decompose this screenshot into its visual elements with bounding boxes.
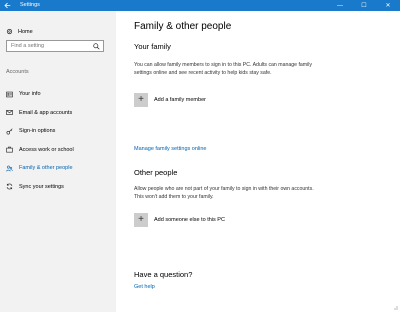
sidebar-item-sync[interactable]: Sync your settings: [0, 178, 116, 197]
sidebar-item-label: Family & other people: [19, 165, 73, 172]
sidebar-item-label: Your info: [19, 91, 41, 98]
your-family-description: You can allow family members to sign in …: [134, 62, 312, 76]
sidebar-item-your-info[interactable]: Your info: [0, 85, 116, 104]
add-someone-else-button[interactable]: + Add someone else to this PC: [134, 213, 225, 227]
maximize-button[interactable]: ☐: [352, 0, 376, 11]
sidebar-item-family[interactable]: Family & other people: [0, 159, 116, 178]
search-input[interactable]: [7, 41, 91, 51]
sidebar-item-work-school[interactable]: Access work or school: [0, 141, 116, 160]
get-help-link[interactable]: Get help: [134, 284, 155, 290]
person-card-icon: [6, 91, 13, 98]
resize-grip-icon[interactable]: [392, 304, 398, 310]
other-people-description: Allow people who are not part of your fa…: [134, 186, 314, 200]
window-controls: — ☐ ✕: [328, 0, 400, 11]
page-title: Family & other people: [134, 21, 232, 32]
sidebar-item-label: Email & app accounts: [19, 109, 73, 116]
help-heading: Have a question?: [134, 270, 193, 279]
close-button[interactable]: ✕: [376, 0, 400, 11]
your-family-heading: Your family: [134, 42, 171, 51]
key-icon: [6, 128, 13, 135]
sidebar-item-sign-in[interactable]: Sign-in options: [0, 122, 116, 141]
plus-icon: +: [134, 93, 148, 107]
sidebar-item-email[interactable]: Email & app accounts: [0, 104, 116, 123]
sidebar-item-label: Sign-in options: [19, 128, 56, 135]
plus-icon: +: [134, 213, 148, 227]
manage-family-link[interactable]: Manage family settings online: [134, 146, 206, 152]
briefcase-icon: [6, 147, 13, 153]
section-label-accounts: Accounts: [6, 69, 29, 75]
add-family-member-label: Add a family member: [154, 97, 206, 103]
minimize-button[interactable]: —: [328, 0, 352, 11]
search-icon[interactable]: [93, 43, 100, 50]
sidebar: Home Accounts Your info Email & app acco…: [0, 11, 116, 312]
home-nav-item[interactable]: Home: [6, 28, 33, 35]
search-box[interactable]: [6, 40, 104, 52]
sidebar-item-label: Access work or school: [19, 146, 74, 153]
window-title: Settings: [20, 1, 40, 8]
back-arrow-icon[interactable]: [0, 0, 14, 11]
add-someone-else-label: Add someone else to this PC: [154, 217, 225, 223]
title-bar: Settings — ☐ ✕: [0, 0, 400, 11]
gear-icon: [6, 28, 13, 35]
people-icon: [6, 165, 13, 172]
sidebar-nav: Your info Email & app accounts Sign-in o…: [0, 85, 116, 196]
mail-icon: [6, 110, 13, 116]
sidebar-item-label: Sync your settings: [19, 183, 64, 190]
add-family-member-button[interactable]: + Add a family member: [134, 93, 206, 107]
home-label: Home: [18, 28, 33, 35]
other-people-heading: Other people: [134, 168, 178, 177]
main-content: Family & other people Your family You ca…: [134, 11, 396, 312]
sync-icon: [6, 183, 13, 190]
